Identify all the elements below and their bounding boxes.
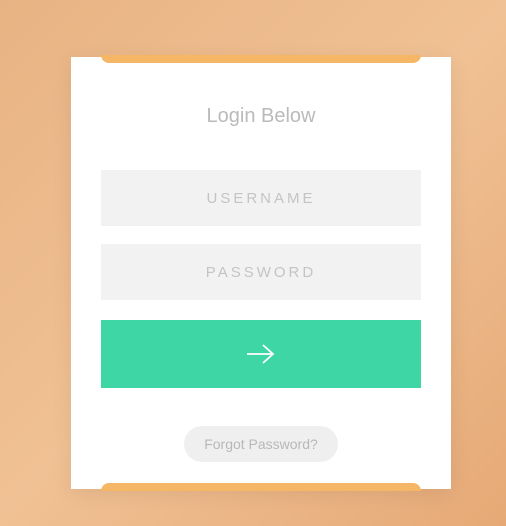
- username-input[interactable]: [101, 170, 421, 226]
- arrow-right-icon: [245, 342, 277, 366]
- password-input[interactable]: [101, 244, 421, 300]
- forgot-password-link[interactable]: Forgot Password?: [184, 426, 338, 462]
- login-form: [101, 170, 421, 388]
- accent-bar-bottom: [101, 483, 421, 491]
- login-card: Login Below Forgot Password?: [71, 57, 451, 489]
- accent-bar-top: [101, 55, 421, 63]
- forgot-wrapper: Forgot Password?: [101, 388, 421, 462]
- login-title: Login Below: [101, 105, 421, 128]
- submit-button[interactable]: [101, 320, 421, 388]
